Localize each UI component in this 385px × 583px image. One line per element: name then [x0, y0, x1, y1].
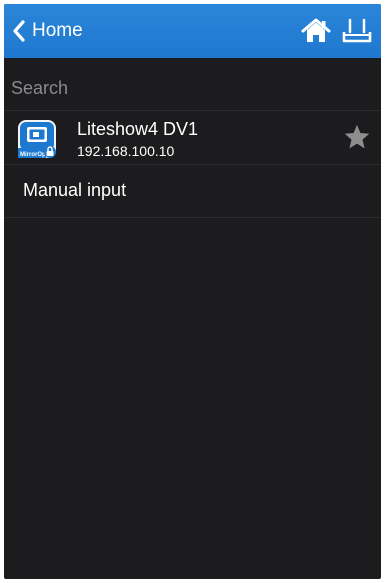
app-screen: Home Search MirrorOp Liteshow4 DV1 192.1…: [4, 4, 381, 579]
home-icon: [301, 18, 331, 42]
device-list-item[interactable]: MirrorOp Liteshow4 DV1 192.168.100.10: [4, 111, 381, 165]
home-button[interactable]: [301, 18, 331, 44]
back-label: Home: [32, 20, 83, 41]
search-section-header: Search: [4, 68, 381, 111]
back-button[interactable]: Home: [12, 4, 83, 58]
star-icon[interactable]: [343, 123, 371, 151]
section-label: Search: [11, 78, 69, 98]
device-ip: 192.168.100.10: [77, 143, 175, 159]
mirrorop-app-icon: MirrorOp: [18, 120, 56, 158]
router-icon: [342, 18, 372, 43]
chevron-left-icon: [13, 20, 25, 42]
svg-text:MirrorOp: MirrorOp: [20, 152, 46, 158]
manual-input-label: Manual input: [23, 180, 127, 200]
manual-input-item[interactable]: Manual input: [4, 165, 381, 218]
navbar-actions: [291, 4, 373, 58]
navigation-bar: Home: [4, 4, 381, 58]
device-name: Liteshow4 DV1: [77, 119, 199, 139]
receiver-button[interactable]: [341, 18, 373, 44]
